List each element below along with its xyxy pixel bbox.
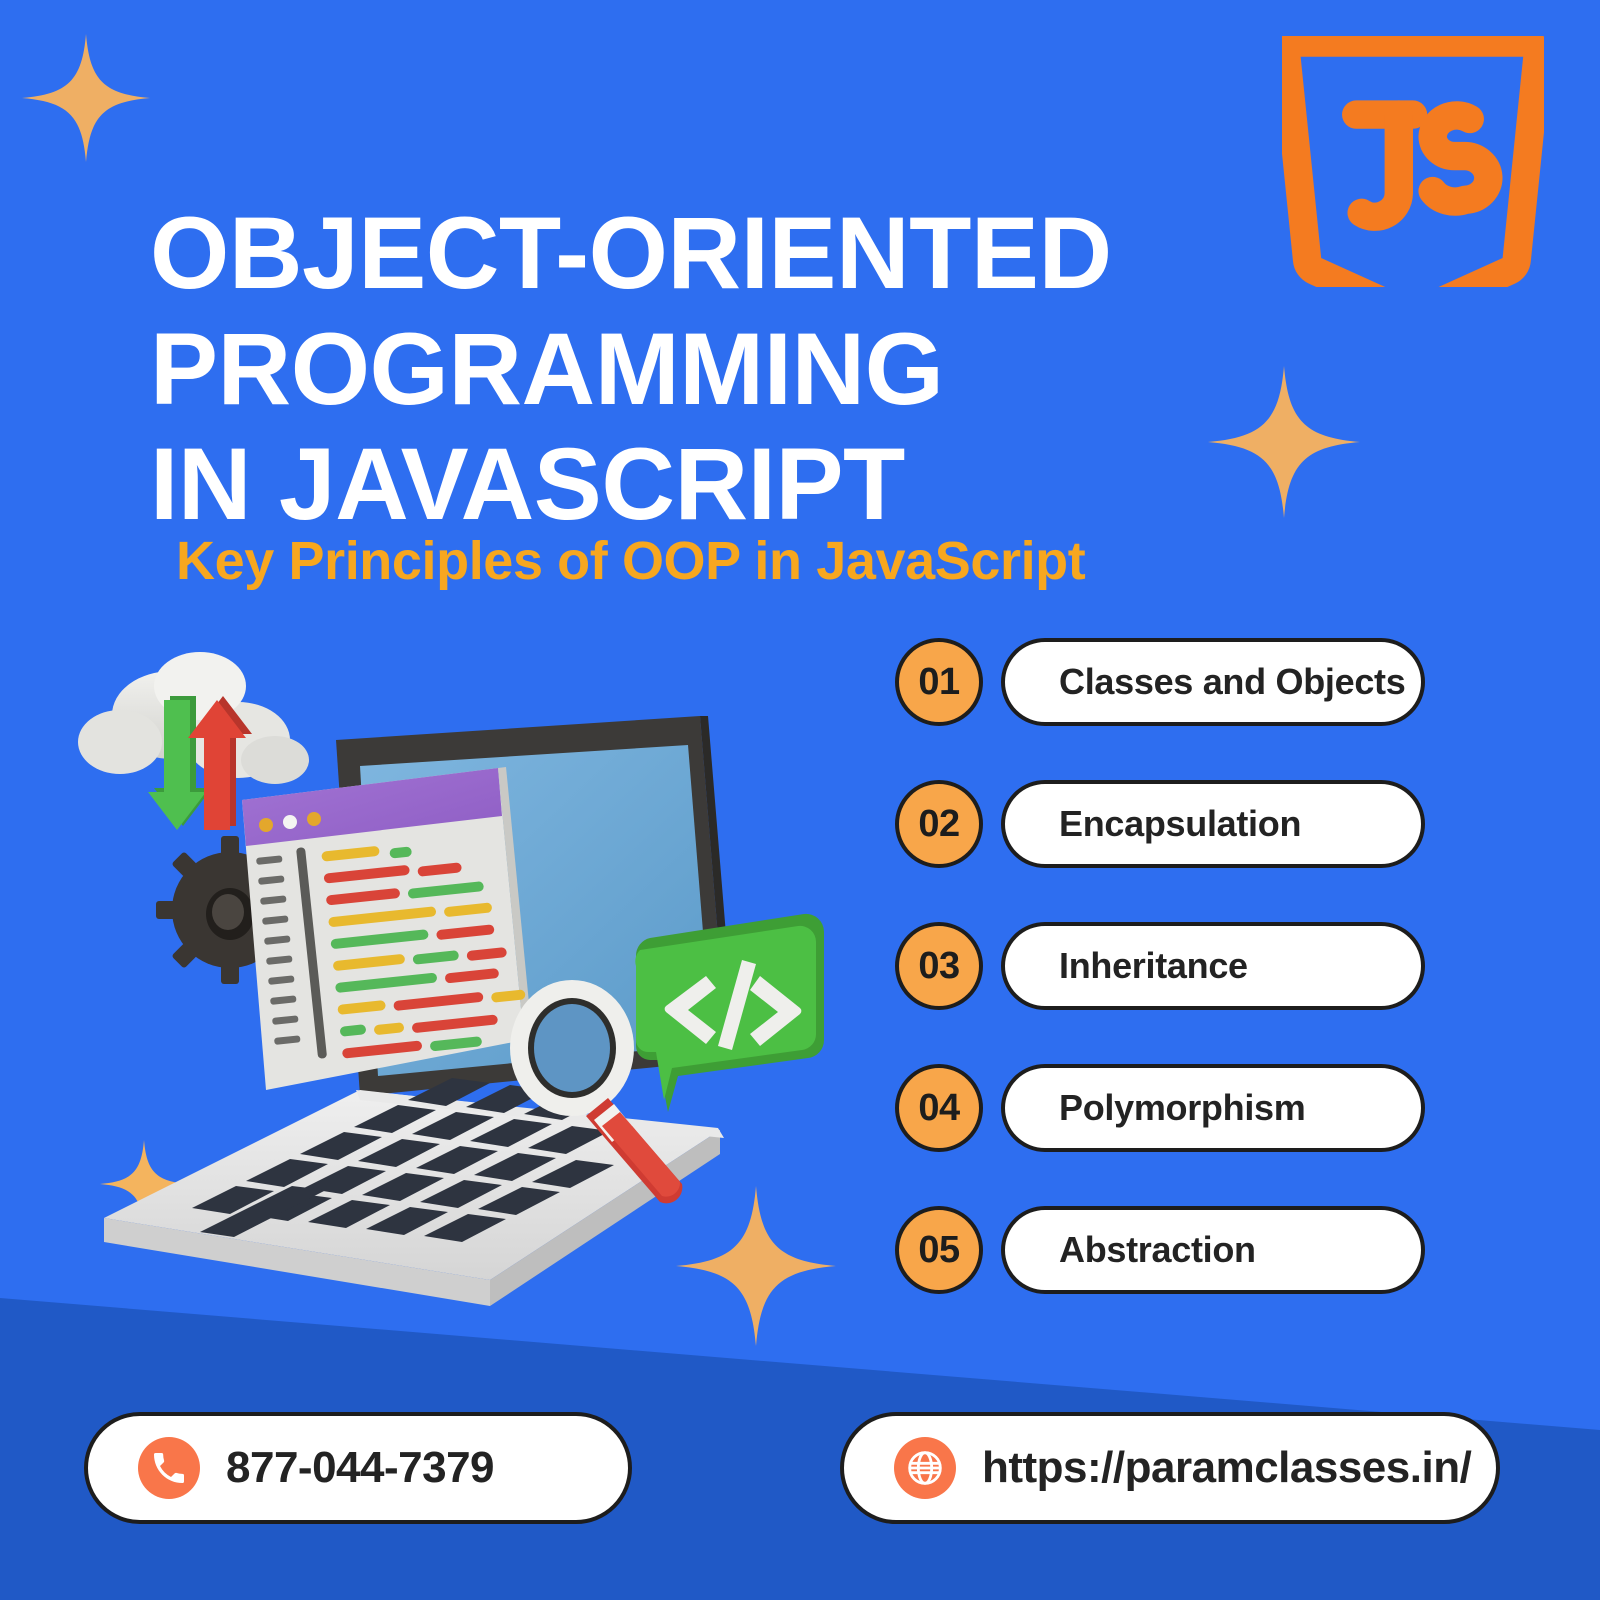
website-contact-bar[interactable]: https://paramclasses.in/ [840, 1412, 1500, 1524]
principle-label-pill[interactable]: Classes and Objects [1001, 638, 1425, 726]
principle-number-badge: 01 [895, 638, 983, 726]
list-item[interactable]: 01 Classes and Objects [895, 634, 1425, 730]
title-line-1: OBJECT-ORIENTED [150, 196, 1112, 311]
code-speech-bubble [635, 913, 825, 1112]
sparkle-star-top-left [22, 34, 150, 162]
oop-principles-list: 01 Classes and Objects 02 Encapsulation … [895, 634, 1425, 1298]
title-line-2: PROGRAMMING [150, 311, 944, 426]
list-item[interactable]: 04 Polymorphism [895, 1060, 1425, 1156]
principle-number-badge: 03 [895, 922, 983, 1010]
list-item[interactable]: 02 Encapsulation [895, 776, 1425, 872]
javascript-shield-logo [1272, 28, 1552, 328]
principle-label-pill[interactable]: Encapsulation [1001, 780, 1425, 868]
poster-canvas: OBJECT-ORIENTED PROGRAMMING IN JAVASCRIP… [0, 0, 1600, 1600]
principle-label-pill[interactable]: Inheritance [1001, 922, 1425, 1010]
principle-number-badge: 02 [895, 780, 983, 868]
list-item[interactable]: 03 Inheritance [895, 918, 1425, 1014]
phone-number: 877-044-7379 [226, 1443, 495, 1492]
phone-contact-bar[interactable]: 877-044-7379 [84, 1412, 632, 1524]
page-subtitle: Key Principles of OOP in JavaScript [176, 531, 1086, 591]
principle-number-badge: 04 [895, 1064, 983, 1152]
phone-icon [138, 1437, 200, 1499]
principle-label-pill[interactable]: Abstraction [1001, 1206, 1425, 1294]
principle-label-pill[interactable]: Polymorphism [1001, 1064, 1425, 1152]
code-editor-window [242, 767, 532, 1090]
globe-icon [894, 1437, 956, 1499]
principle-number-badge: 05 [895, 1206, 983, 1294]
list-item[interactable]: 05 Abstraction [895, 1202, 1425, 1298]
page-title: OBJECT-ORIENTED PROGRAMMING IN JAVASCRIP… [150, 196, 1270, 542]
website-url: https://paramclasses.in/ [982, 1443, 1472, 1492]
laptop-coding-illustration [60, 620, 860, 1310]
title-line-3: IN JAVASCRIPT [150, 426, 905, 541]
